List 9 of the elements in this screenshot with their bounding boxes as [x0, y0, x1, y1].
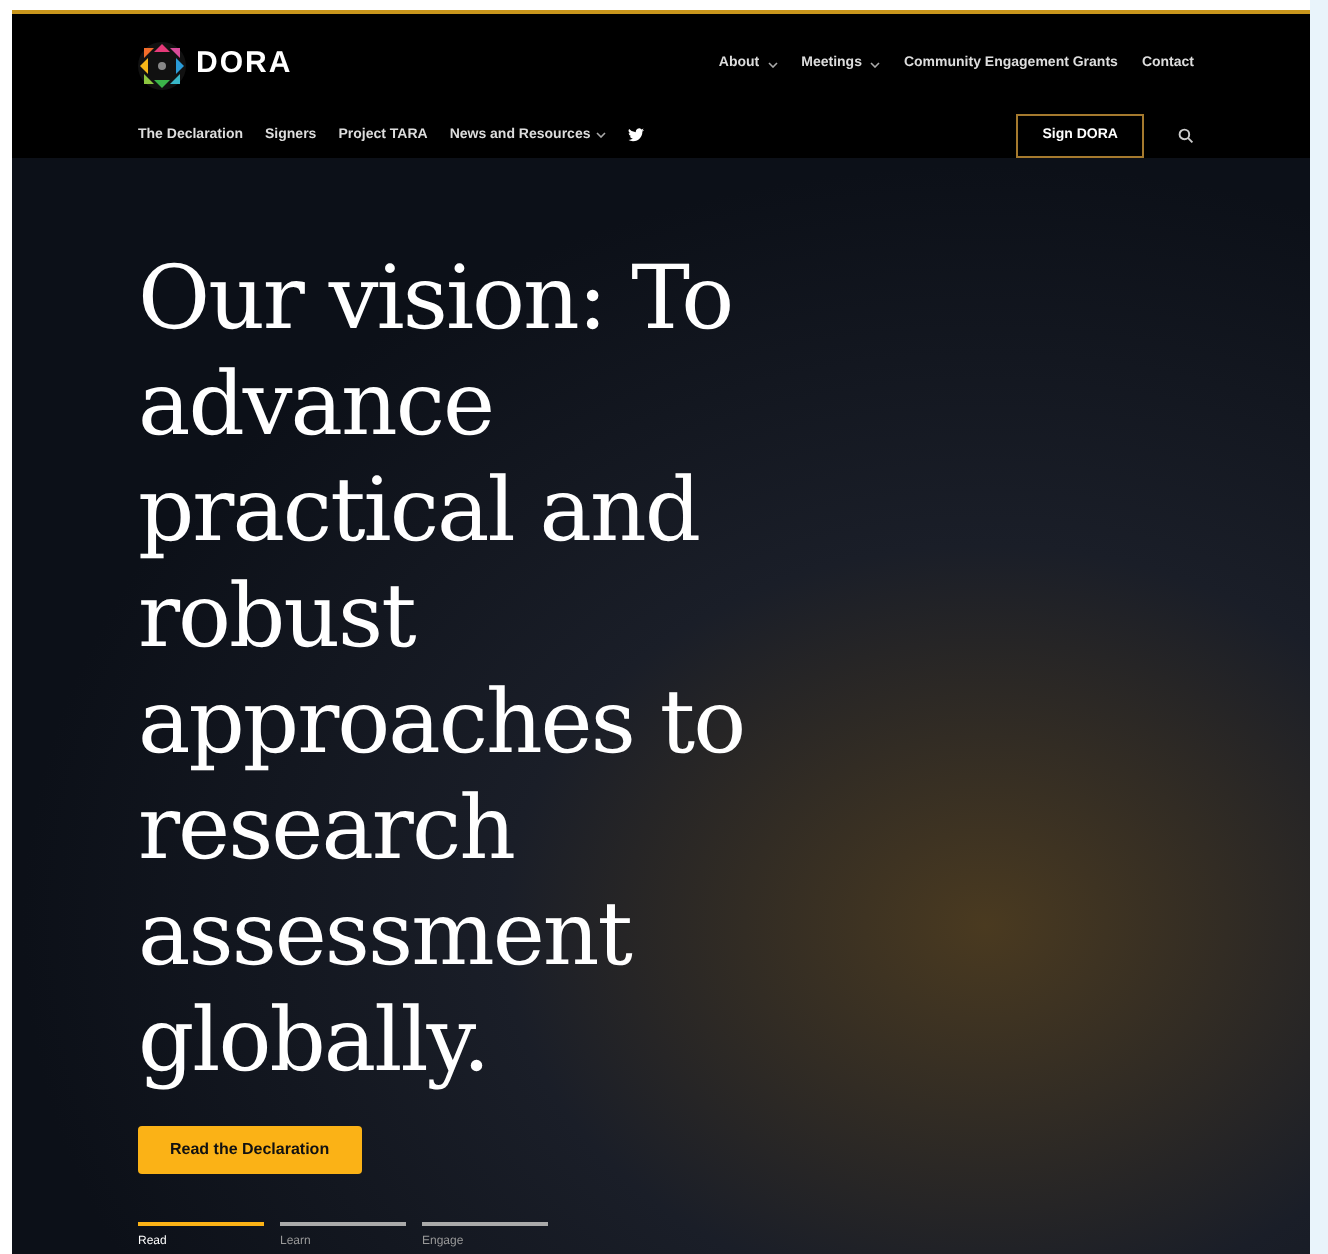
logo[interactable]: DORA: [138, 41, 293, 89]
bird-icon[interactable]: [628, 128, 645, 143]
caret-icon[interactable]: [596, 132, 607, 139]
logo-icon: [138, 41, 186, 89]
hero-headline: Our vision: To advance practical and robust approaches to research assessment globally.: [138, 246, 747, 1094]
read-declaration-button[interactable]: Read the Declaration: [138, 1126, 362, 1174]
search-icon[interactable]: [1178, 127, 1194, 144]
caret-icon[interactable]: [869, 62, 880, 68]
caret-icon[interactable]: [767, 62, 778, 68]
